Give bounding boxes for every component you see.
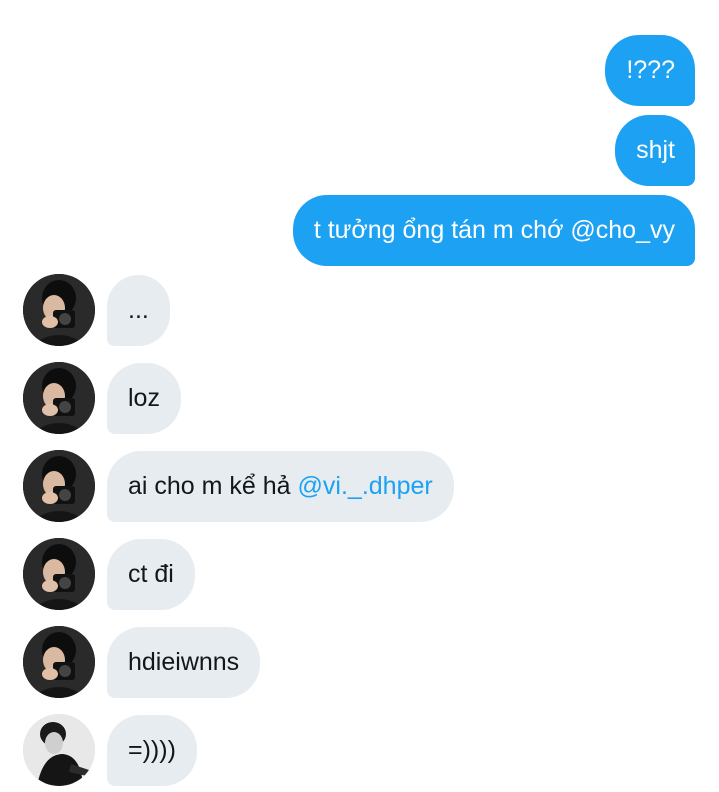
avatar[interactable] <box>23 450 95 522</box>
avatar-photo <box>23 274 95 346</box>
outgoing-message[interactable]: !??? <box>605 35 695 106</box>
avatar[interactable] <box>23 626 95 698</box>
avatar-photo <box>23 450 95 522</box>
incoming-message[interactable]: loz <box>107 363 181 434</box>
message-text: shjt <box>636 136 675 164</box>
avatar[interactable] <box>23 714 95 786</box>
avatar-photo <box>23 626 95 698</box>
avatar[interactable] <box>23 538 95 610</box>
outgoing-message[interactable]: shjt <box>615 115 695 186</box>
avatar-photo <box>23 714 95 786</box>
incoming-message[interactable]: =)))) <box>107 715 197 786</box>
outgoing-message[interactable]: t tưởng ổng tán m chớ @cho_vy <box>292 195 695 266</box>
avatar-photo <box>23 538 95 610</box>
message-text: loz <box>128 384 160 412</box>
message-text: ai cho m kể hả <box>128 472 298 500</box>
message-text: t tưởng ổng tán m chớ @cho_vy <box>313 216 675 244</box>
message-text: hdieiwnns <box>128 648 240 676</box>
message-text: =)))) <box>128 736 176 764</box>
message-text: ct đi <box>128 560 174 588</box>
incoming-message[interactable]: hdieiwnns <box>107 627 261 698</box>
message-text: ... <box>128 296 149 324</box>
message-text: !??? <box>626 56 675 84</box>
avatar-photo <box>23 362 95 434</box>
incoming-message[interactable]: ... <box>107 275 170 346</box>
user-mention-link[interactable]: @vi._.dhper <box>298 472 433 500</box>
incoming-message[interactable]: ai cho m kể hả @vi._.dhper <box>107 451 454 522</box>
avatar[interactable] <box>23 362 95 434</box>
avatar[interactable] <box>23 274 95 346</box>
incoming-message[interactable]: ct đi <box>107 539 195 610</box>
